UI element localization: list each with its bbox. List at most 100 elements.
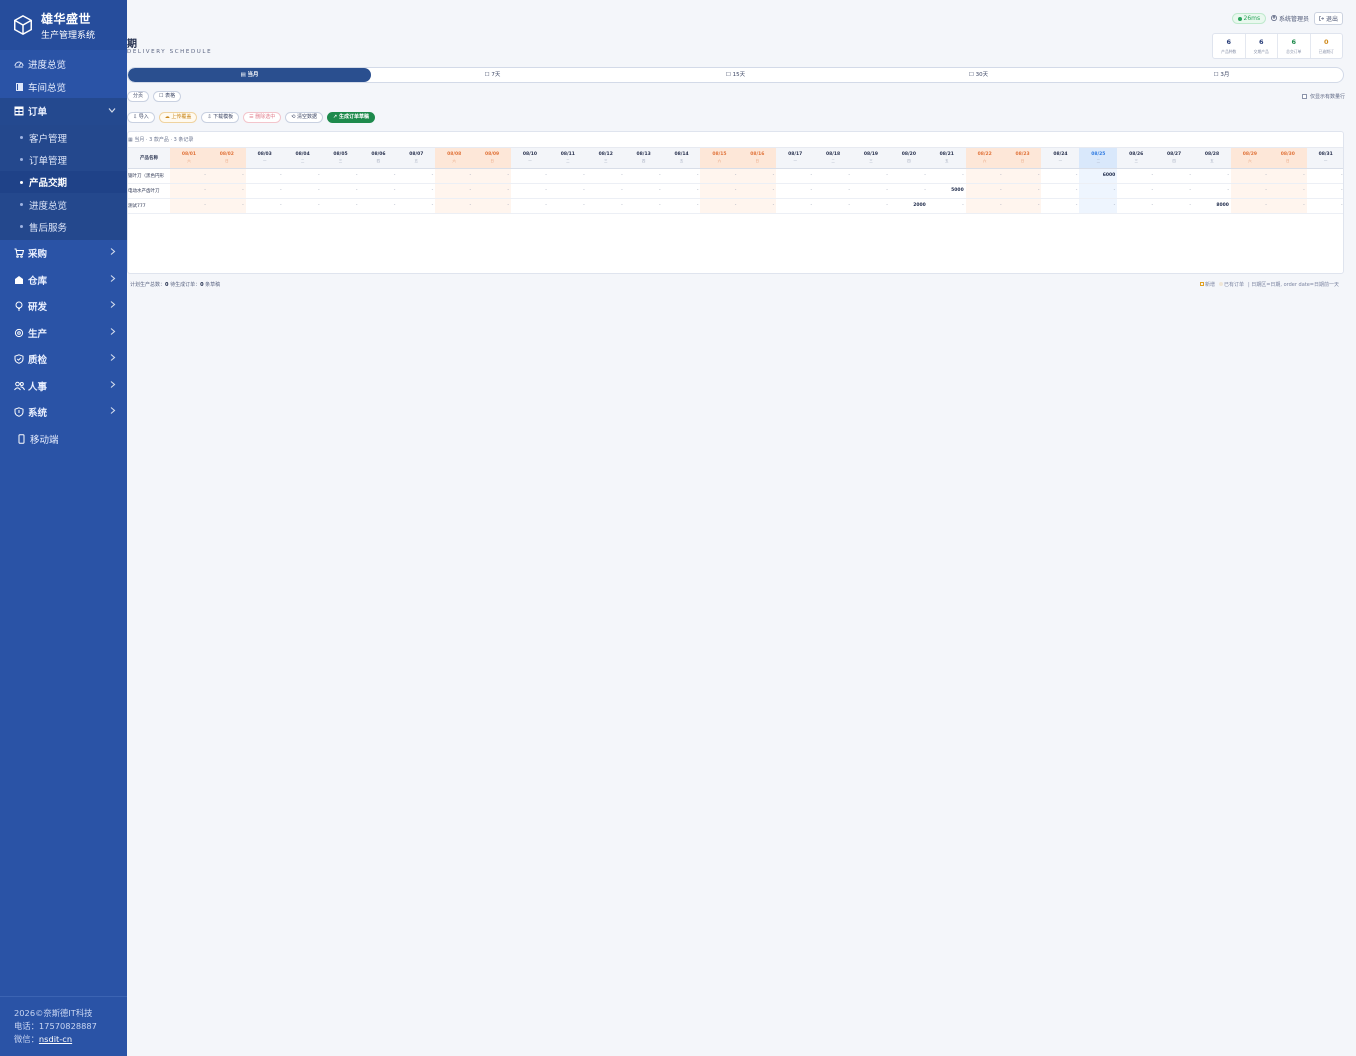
qty-cell[interactable]: - (511, 168, 549, 184)
qty-cell[interactable]: - (321, 183, 360, 199)
qty-cell[interactable]: - (207, 183, 246, 199)
qty-cell[interactable]: - (283, 198, 322, 214)
qty-cell[interactable]: - (511, 183, 549, 199)
qty-cell[interactable]: - (1003, 198, 1042, 214)
qty-cell[interactable]: - (852, 198, 890, 214)
qty-cell[interactable]: 6000 (1079, 168, 1118, 184)
qty-cell[interactable]: - (473, 198, 512, 214)
generate-order-draft-button[interactable]: ↗ 生成订单草稿 (327, 112, 375, 123)
qty-cell[interactable]: - (738, 183, 777, 199)
qty-cell[interactable]: - (359, 183, 398, 199)
qty-cell[interactable]: - (245, 198, 284, 214)
qty-cell[interactable]: - (662, 198, 701, 214)
qty-cell[interactable]: - (776, 183, 815, 199)
qty-cell[interactable]: - (814, 183, 853, 199)
qty-cell[interactable]: - (170, 198, 208, 214)
qty-cell[interactable]: - (1155, 168, 1194, 184)
qty-cell[interactable]: - (965, 183, 1004, 199)
qty-cell[interactable]: - (207, 198, 246, 214)
qty-cell[interactable]: - (1155, 183, 1194, 199)
sidebar-item-customers[interactable]: 客户管理 (0, 127, 127, 149)
qty-cell[interactable]: - (738, 198, 777, 214)
qty-cell[interactable]: - (1041, 168, 1080, 184)
qty-cell[interactable]: - (283, 183, 322, 199)
qty-cell[interactable]: - (548, 183, 587, 199)
qty-cell[interactable]: - (1079, 183, 1118, 199)
qty-cell[interactable]: - (814, 168, 853, 184)
paged-view-button[interactable]: 分页 (127, 91, 150, 102)
qty-cell[interactable]: - (1230, 198, 1269, 214)
qty-cell[interactable]: - (283, 168, 322, 184)
range-30d-button[interactable]: ☐ 30天 (857, 68, 1100, 82)
qty-cell[interactable]: - (700, 198, 739, 214)
sidebar-item-after-sales[interactable]: 售后服务 (0, 216, 127, 238)
upload-overwrite-button[interactable]: ☁ 上传覆盖 (158, 112, 198, 123)
qty-cell[interactable]: - (397, 168, 436, 184)
qty-cell[interactable]: - (586, 168, 625, 184)
qty-cell[interactable]: - (852, 183, 890, 199)
qty-cell[interactable]: - (548, 198, 587, 214)
qty-cell[interactable]: - (586, 183, 625, 199)
qty-cell[interactable]: - (473, 183, 512, 199)
sidebar-item-qc[interactable]: 质检 (0, 346, 127, 373)
qty-cell[interactable]: - (435, 168, 474, 184)
qty-cell[interactable]: - (814, 198, 853, 214)
qty-cell[interactable]: 2000 (889, 198, 928, 214)
qty-cell[interactable]: - (965, 198, 1004, 214)
range-15d-button[interactable]: ☐ 15天 (614, 68, 857, 82)
qty-cell[interactable]: - (624, 168, 663, 184)
qty-cell[interactable]: - (700, 168, 739, 184)
qty-cell[interactable]: - (1306, 168, 1343, 184)
qty-cell[interactable]: - (889, 168, 928, 184)
qty-cell[interactable]: - (473, 168, 512, 184)
qty-cell[interactable]: - (170, 168, 208, 184)
sidebar-item-warehouse[interactable]: 仓库 (0, 266, 127, 293)
clear-data-button[interactable]: ⟲ 清空数据 (285, 112, 324, 123)
sidebar-item-purchase[interactable]: 采购 (0, 240, 127, 267)
sidebar-item-system[interactable]: 系统 (0, 399, 127, 426)
qty-cell[interactable]: - (586, 198, 625, 214)
qty-cell[interactable]: - (1268, 168, 1307, 184)
qty-cell[interactable]: - (1306, 183, 1343, 199)
table-view-button[interactable]: ☐ 表格 (153, 91, 182, 102)
qty-cell[interactable]: - (624, 183, 663, 199)
qty-cell[interactable]: - (624, 198, 663, 214)
qty-cell[interactable]: - (700, 183, 739, 199)
user-menu[interactable]: 系统管理员 (1271, 14, 1309, 23)
wechat-link[interactable]: nsdit-cn (39, 1034, 72, 1044)
range-3m-button[interactable]: ☐ 3月 (1100, 68, 1343, 82)
qty-cell[interactable]: - (1155, 198, 1194, 214)
sidebar-item-orders[interactable]: 订单管理 (0, 149, 127, 171)
qty-cell[interactable]: - (1268, 198, 1307, 214)
range-month-button[interactable]: ▤ 当月 (128, 68, 371, 82)
qty-cell[interactable]: - (1041, 183, 1080, 199)
qty-cell[interactable]: - (1117, 168, 1156, 184)
delete-selected-button[interactable]: ☰ 删除选中 (243, 112, 282, 123)
sidebar-item-order-progress[interactable]: 进度总览 (0, 193, 127, 215)
qty-cell[interactable]: - (511, 198, 549, 214)
qty-cell[interactable]: - (359, 168, 398, 184)
range-7d-button[interactable]: ☐ 7天 (371, 68, 614, 82)
qty-cell[interactable]: - (1003, 183, 1042, 199)
qty-cell[interactable]: - (927, 198, 966, 214)
qty-cell[interactable]: - (1117, 183, 1156, 199)
qty-cell[interactable]: - (207, 168, 246, 184)
qty-cell[interactable]: - (245, 168, 284, 184)
sidebar-item-workshop[interactable]: 车间总览 (0, 75, 127, 98)
sidebar-item-order[interactable]: 订单 (0, 98, 127, 125)
qty-cell[interactable]: - (1079, 198, 1118, 214)
qty-cell[interactable]: - (245, 183, 284, 199)
table-row[interactable]: 测试777- - - - - - - - - - - - - - - - - - -2000- - - - - - -8000-… (128, 198, 1343, 214)
qty-cell[interactable]: - (662, 183, 701, 199)
qty-cell[interactable]: - (776, 198, 815, 214)
qty-cell[interactable]: - (927, 168, 966, 184)
sidebar-item-delivery[interactable]: 产品交期 (0, 171, 127, 194)
import-button[interactable]: ⇩ 导入 (127, 112, 155, 123)
sidebar-item-progress[interactable]: 进度总览 (0, 52, 127, 75)
qty-cell[interactable]: - (1230, 183, 1269, 199)
qty-cell[interactable]: - (776, 168, 815, 184)
qty-cell[interactable]: - (1306, 198, 1343, 214)
qty-cell[interactable]: - (1230, 168, 1269, 184)
qty-cell[interactable]: - (359, 198, 398, 214)
qty-cell[interactable]: - (1268, 183, 1307, 199)
